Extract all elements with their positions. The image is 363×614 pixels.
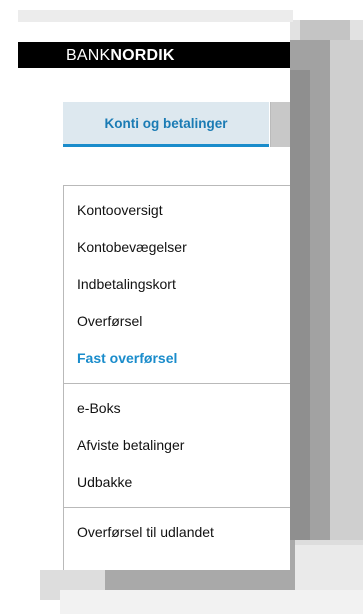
next-tab-edge[interactable] — [270, 102, 290, 147]
menu-group-accounts: Kontooversigt Kontobevægelser Indbetalin… — [64, 192, 290, 384]
menu-item-overfoersel[interactable]: Overførsel — [64, 303, 290, 340]
menu-item-e-boks[interactable]: e-Boks — [64, 390, 290, 427]
logo-bar: BANKNORDIK — [18, 42, 290, 68]
tab-label: Konti og betalinger — [104, 116, 228, 131]
logo-text-bank: BANK — [66, 47, 111, 64]
logo-text-nordik: NORDIK — [110, 47, 175, 64]
menu-item-kontooversigt[interactable]: Kontooversigt — [64, 192, 290, 229]
menu-item-udbakke[interactable]: Udbakke — [64, 464, 290, 501]
shadow-block — [330, 40, 363, 540]
menu-item-overfoersel-til-udlandet[interactable]: Overførsel til udlandet — [64, 514, 290, 551]
shadow-block — [290, 70, 310, 550]
tab-konti-og-betalinger[interactable]: Konti og betalinger — [63, 102, 269, 147]
navigation-menu: Kontooversigt Kontobevægelser Indbetalin… — [63, 185, 290, 570]
menu-group-misc: e-Boks Afviste betalinger Udbakke — [64, 390, 290, 508]
menu-item-fast-overfoersel[interactable]: Fast overførsel — [64, 340, 290, 377]
menu-item-afviste-betalinger[interactable]: Afviste betalinger — [64, 427, 290, 464]
side-panel: BANKNORDIK Konti og betalinger Kontoover… — [18, 22, 290, 570]
shadow-block — [295, 545, 363, 590]
menu-item-kontobevaegelser[interactable]: Kontobevægelser — [64, 229, 290, 266]
bank-logo[interactable]: BANKNORDIK — [66, 47, 175, 65]
shadow-block — [18, 10, 293, 22]
shadow-block — [60, 590, 363, 614]
menu-item-indbetalingskort[interactable]: Indbetalingskort — [64, 266, 290, 303]
menu-group-international: Overførsel til udlandet — [64, 514, 290, 551]
